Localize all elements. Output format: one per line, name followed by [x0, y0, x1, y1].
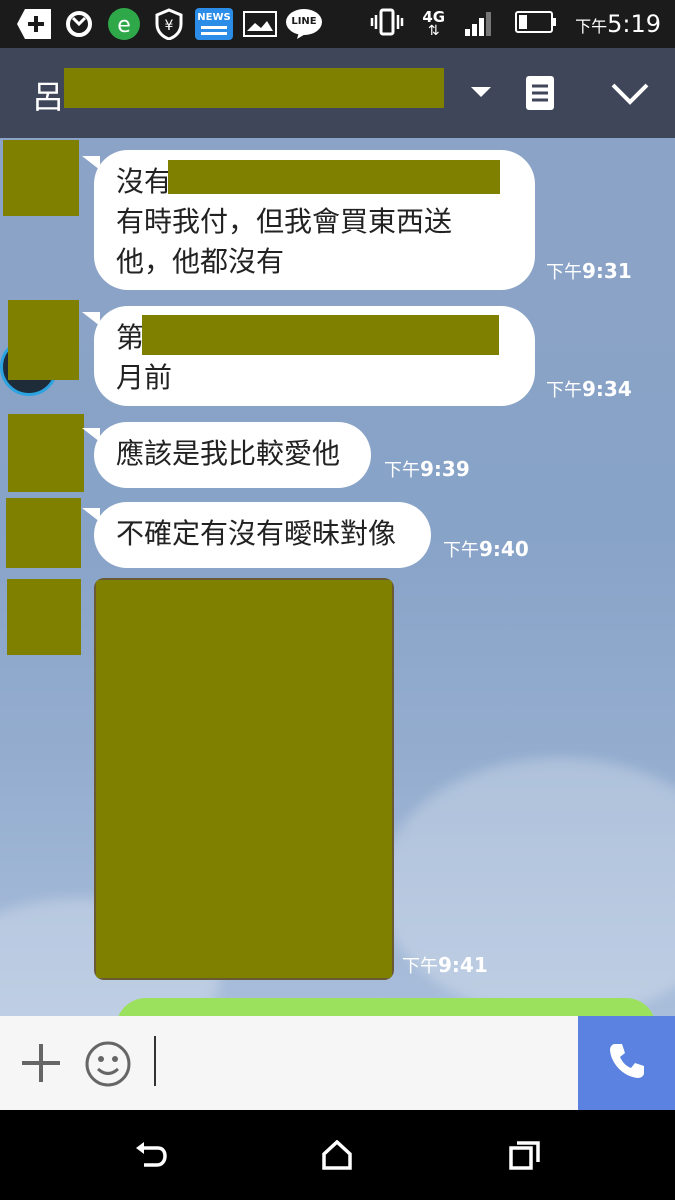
outgoing-message-bubble[interactable] — [116, 998, 656, 1018]
sync-icon — [62, 8, 96, 40]
message-input-bar — [0, 1016, 675, 1110]
redacted-text — [168, 160, 500, 194]
status-bar: e ¥ NEWS LINE 4G ⇅ 下午5:19 — [0, 0, 675, 48]
network-label: 4G — [422, 8, 446, 26]
clock-prefix: 下午 — [575, 17, 608, 36]
news-app-icon: NEWS — [195, 8, 233, 40]
contact-name[interactable]: 呂 — [32, 72, 64, 118]
message-line: 不確定有沒有曖昧對像 — [116, 517, 397, 550]
message-timestamp: 下午9:31 — [546, 259, 632, 283]
clock-time: 5:19 — [607, 10, 661, 38]
news-label: NEWS — [197, 12, 231, 23]
back-icon[interactable] — [126, 1132, 176, 1178]
collapse-chevron-icon[interactable] — [610, 80, 650, 112]
avatar[interactable] — [3, 140, 79, 216]
avatar[interactable] — [8, 414, 84, 492]
line-app-icon: LINE — [284, 8, 324, 40]
browser-icon: e — [106, 8, 142, 40]
bubble-tail — [82, 156, 100, 170]
bubble-tail — [82, 312, 100, 326]
message-line: 應該是我比較愛他 — [116, 437, 341, 470]
phone-icon — [607, 1041, 647, 1085]
clock: 下午5:19 — [575, 10, 661, 38]
chat-header: 呂 — [0, 48, 675, 138]
add-notification-icon — [16, 8, 52, 40]
background-cloud — [380, 758, 675, 1018]
battery-icon — [515, 10, 557, 38]
message-bubble[interactable]: 應該是我比較愛他 — [82, 422, 371, 488]
recent-apps-icon[interactable] — [500, 1132, 550, 1178]
message-timestamp: 下午9:40 — [443, 537, 529, 561]
plus-icon[interactable] — [20, 1042, 62, 1088]
message-line: 他，他都沒有 — [116, 245, 285, 278]
yen-shield-icon: ¥ — [152, 8, 186, 40]
image-message[interactable] — [94, 578, 394, 980]
message-line: 有時我付，但我會買東西送 — [116, 205, 453, 238]
line-label: LINE — [291, 16, 317, 27]
redacted-contact-name — [64, 68, 444, 108]
svg-text:e: e — [117, 13, 131, 38]
call-button[interactable] — [578, 1016, 675, 1110]
bubble-tail — [82, 508, 100, 522]
redacted-image — [96, 580, 392, 978]
chat-area[interactable]: 沒有 有時我付，但我會買東西送 他，他都沒有 下午9:31 第 月前 下午9:3… — [0, 138, 675, 1018]
signal-icon — [463, 7, 497, 41]
message-timestamp: 下午9:41 — [402, 953, 488, 977]
message-timestamp: 下午9:34 — [546, 377, 632, 401]
vibrate-icon — [370, 7, 404, 41]
home-icon[interactable] — [312, 1132, 362, 1178]
svg-text:¥: ¥ — [165, 18, 174, 34]
system-nav-bar — [0, 1110, 675, 1200]
avatar[interactable] — [8, 300, 79, 380]
bubble-tail — [82, 428, 100, 442]
message-timestamp: 下午9:39 — [384, 457, 470, 481]
avatar[interactable] — [7, 579, 81, 655]
message-bubble[interactable]: 不確定有沒有曖昧對像 — [82, 502, 431, 568]
network-4g-icon: 4G ⇅ — [422, 8, 446, 39]
image-icon — [242, 8, 278, 40]
redacted-text — [142, 315, 499, 355]
text-input-cursor[interactable] — [154, 1036, 156, 1086]
message-line: 月前 — [116, 361, 173, 394]
avatar[interactable] — [6, 498, 81, 568]
chevron-down-icon[interactable] — [470, 84, 492, 103]
notes-icon[interactable] — [526, 76, 554, 114]
emoji-icon[interactable] — [84, 1040, 132, 1092]
